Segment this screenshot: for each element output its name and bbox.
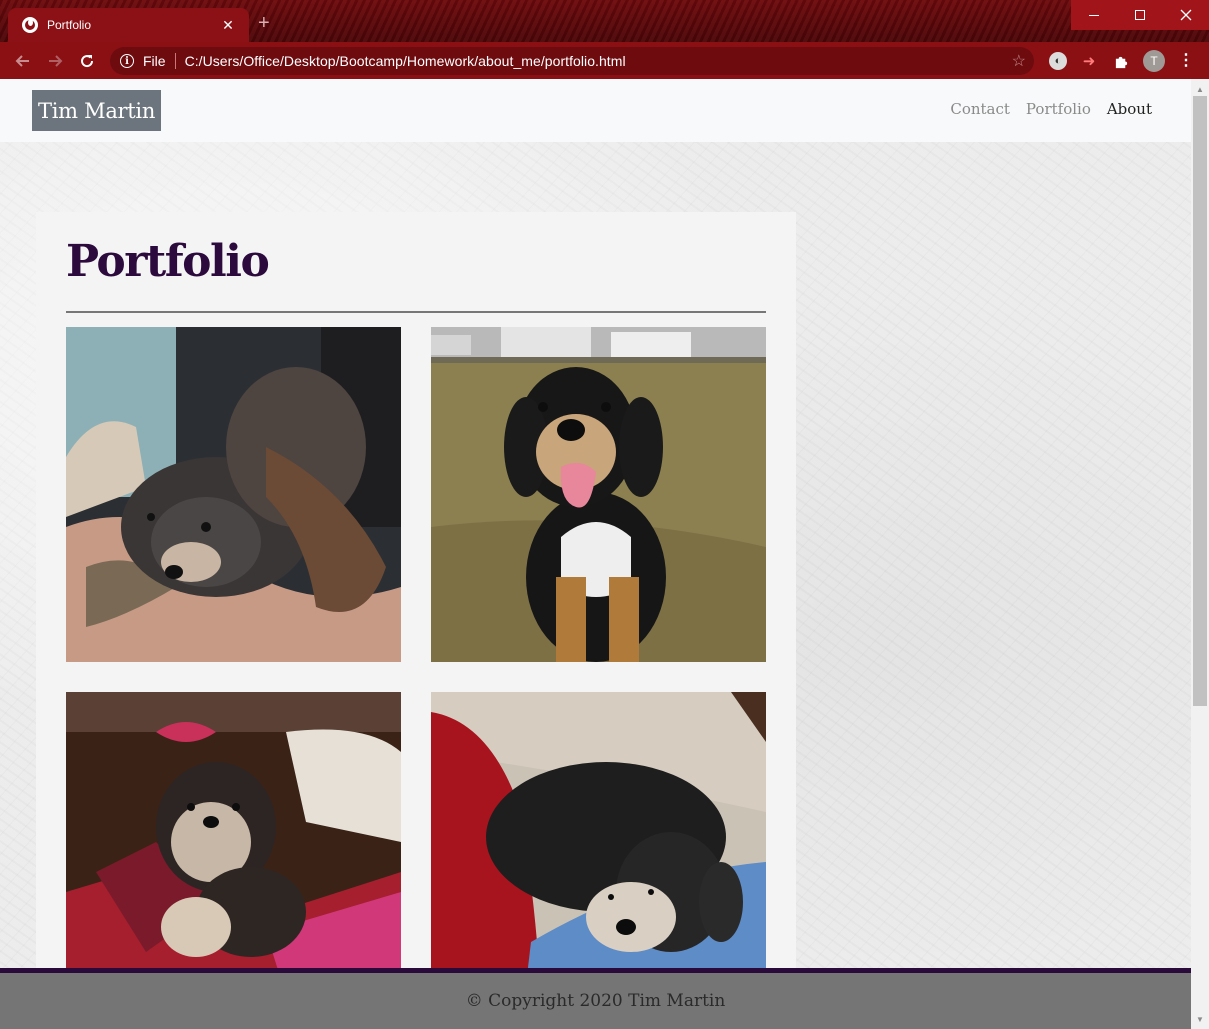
portfolio-photo-1[interactable] (66, 327, 401, 662)
scheme-label: File (143, 53, 166, 69)
page-title: Portfolio (66, 236, 270, 287)
address-separator (174, 53, 176, 69)
back-arrow-icon (15, 55, 29, 67)
browser-tab[interactable]: Portfolio ✕ (8, 8, 249, 42)
new-tab-button[interactable]: + (258, 12, 270, 35)
close-tab-icon[interactable]: ✕ (219, 16, 237, 34)
reload-button[interactable] (76, 50, 98, 72)
title-divider (66, 311, 766, 313)
puzzle-icon[interactable] (1112, 52, 1130, 70)
menu-dots-icon[interactable]: ⋮ (1178, 51, 1194, 71)
nav-portfolio[interactable]: Portfolio (1026, 100, 1091, 118)
url-text[interactable]: C:/Users/Office/Desktop/Bootcamp/Homewor… (185, 53, 626, 69)
globe-icon (22, 17, 38, 33)
extension-icon[interactable]: ◐ (1049, 52, 1067, 70)
scroll-down-icon[interactable]: ▼ (1191, 1011, 1209, 1027)
site-navbar: Tim Martin Contact Portfolio About (0, 79, 1191, 142)
forward-button[interactable] (44, 50, 66, 72)
scroll-thumb[interactable] (1193, 96, 1207, 706)
dog-photo-image (431, 327, 766, 662)
page-viewport: Tim Martin Contact Portfolio About Portf… (0, 79, 1191, 1029)
star-icon[interactable]: ☆ (1012, 51, 1026, 71)
reload-icon (81, 55, 94, 68)
portfolio-card: Portfolio (36, 212, 796, 1029)
forward-arrow-icon (49, 55, 63, 67)
cast-extension-icon[interactable]: ➜ (1080, 52, 1098, 70)
portfolio-photo-2[interactable] (431, 327, 766, 662)
maximize-icon (1135, 10, 1145, 20)
nav-contact[interactable]: Contact (950, 100, 1010, 118)
footer-copyright: © Copyright 2020 Tim Martin (465, 991, 726, 1011)
close-window-button[interactable] (1163, 0, 1209, 30)
brand-logo[interactable]: Tim Martin (32, 90, 162, 131)
scroll-up-icon[interactable]: ▲ (1191, 81, 1209, 97)
close-icon (1180, 9, 1192, 21)
dog-photo-image (66, 327, 401, 662)
page-scrollbar[interactable]: ▲ ▼ (1191, 79, 1209, 1029)
puzzle-shape (1115, 56, 1127, 68)
info-icon[interactable]: i (120, 54, 134, 68)
tab-title: Portfolio (47, 18, 92, 32)
nav-about[interactable]: About (1107, 100, 1152, 118)
browser-toolbar: i File C:/Users/Office/Desktop/Bootcamp/… (0, 42, 1209, 79)
site-footer: © Copyright 2020 Tim Martin (0, 968, 1191, 1029)
nav-links: Contact Portfolio About (950, 100, 1152, 118)
maximize-button[interactable] (1117, 0, 1163, 30)
back-button[interactable] (12, 50, 34, 72)
address-bar[interactable]: i File C:/Users/Office/Desktop/Bootcamp/… (110, 47, 1034, 75)
minimize-icon (1089, 14, 1099, 16)
profile-avatar[interactable]: T (1143, 50, 1165, 72)
minimize-button[interactable] (1071, 0, 1117, 30)
